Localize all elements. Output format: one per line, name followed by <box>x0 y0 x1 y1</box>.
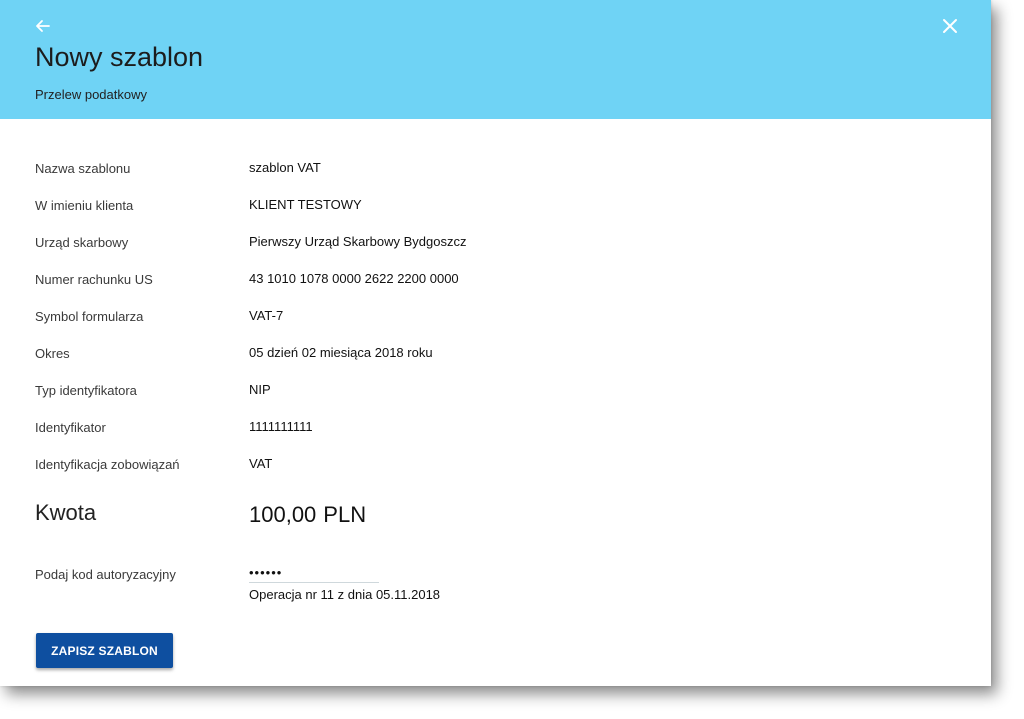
amount-label: Kwota <box>35 500 97 525</box>
detail-value: KLIENT TESTOWY <box>249 197 362 212</box>
operation-info: Operacja nr 11 z dnia 05.11.2018 <box>249 587 441 602</box>
page-title: Nowy szablon <box>35 42 204 72</box>
detail-row: Nazwa szablonu szablon VAT <box>0 160 991 181</box>
detail-row: Numer rachunku US 43 1010 1078 0000 2622… <box>0 271 991 292</box>
dialog-header: Nowy szablon Przelew podatkowy <box>0 0 991 119</box>
detail-value: VAT-7 <box>249 308 284 323</box>
amount-value: 100,00 PLN <box>249 502 366 528</box>
auth-code-label: Podaj kod autoryzacyjny <box>35 567 176 582</box>
detail-row: Okres 05 dzień 02 miesiąca 2018 roku <box>0 345 991 366</box>
detail-row: Identyfikator 1111111111 <box>0 419 991 440</box>
detail-label: Typ identyfikatora <box>35 383 137 398</box>
detail-label: Numer rachunku US <box>35 272 153 287</box>
detail-value: 1111111111 <box>249 419 313 434</box>
detail-row: Typ identyfikatora NIP <box>0 382 991 403</box>
detail-row: Identyfikacja zobowiązań VAT <box>0 456 991 477</box>
detail-label: Nazwa szablonu <box>35 161 131 176</box>
save-template-button[interactable]: ZAPISZ SZABLON <box>36 633 173 668</box>
detail-value: VAT <box>249 456 273 471</box>
new-template-dialog: Nowy szablon Przelew podatkowy Nazwa sza… <box>0 0 991 686</box>
detail-label: Okres <box>35 346 70 361</box>
detail-label: Symbol formularza <box>35 309 144 324</box>
detail-value: 05 dzień 02 miesiąca 2018 roku <box>249 345 433 360</box>
amount-number: 100,00 <box>249 502 317 527</box>
detail-value: NIP <box>249 382 271 397</box>
detail-row: W imieniu klienta KLIENT TESTOWY <box>0 197 991 218</box>
detail-label: Urząd skarbowy <box>35 235 129 250</box>
detail-row: Urząd skarbowy Pierwszy Urząd Skarbowy B… <box>0 234 991 255</box>
amount-currency: PLN <box>323 502 367 527</box>
back-arrow-icon[interactable] <box>33 16 53 36</box>
detail-row: Symbol formularza VAT-7 <box>0 308 991 329</box>
detail-value: Pierwszy Urząd Skarbowy Bydgoszcz <box>249 234 467 249</box>
detail-label: Identyfikacja zobowiązań <box>35 457 180 472</box>
detail-value: szablon VAT <box>249 160 321 175</box>
close-icon[interactable] <box>940 16 960 36</box>
detail-label: W imieniu klienta <box>35 198 134 213</box>
page-subtitle: Przelew podatkowy <box>35 87 147 102</box>
detail-value: 43 1010 1078 0000 2622 2200 0000 <box>249 271 459 286</box>
detail-label: Identyfikator <box>35 420 106 435</box>
auth-code-input[interactable] <box>249 562 379 583</box>
